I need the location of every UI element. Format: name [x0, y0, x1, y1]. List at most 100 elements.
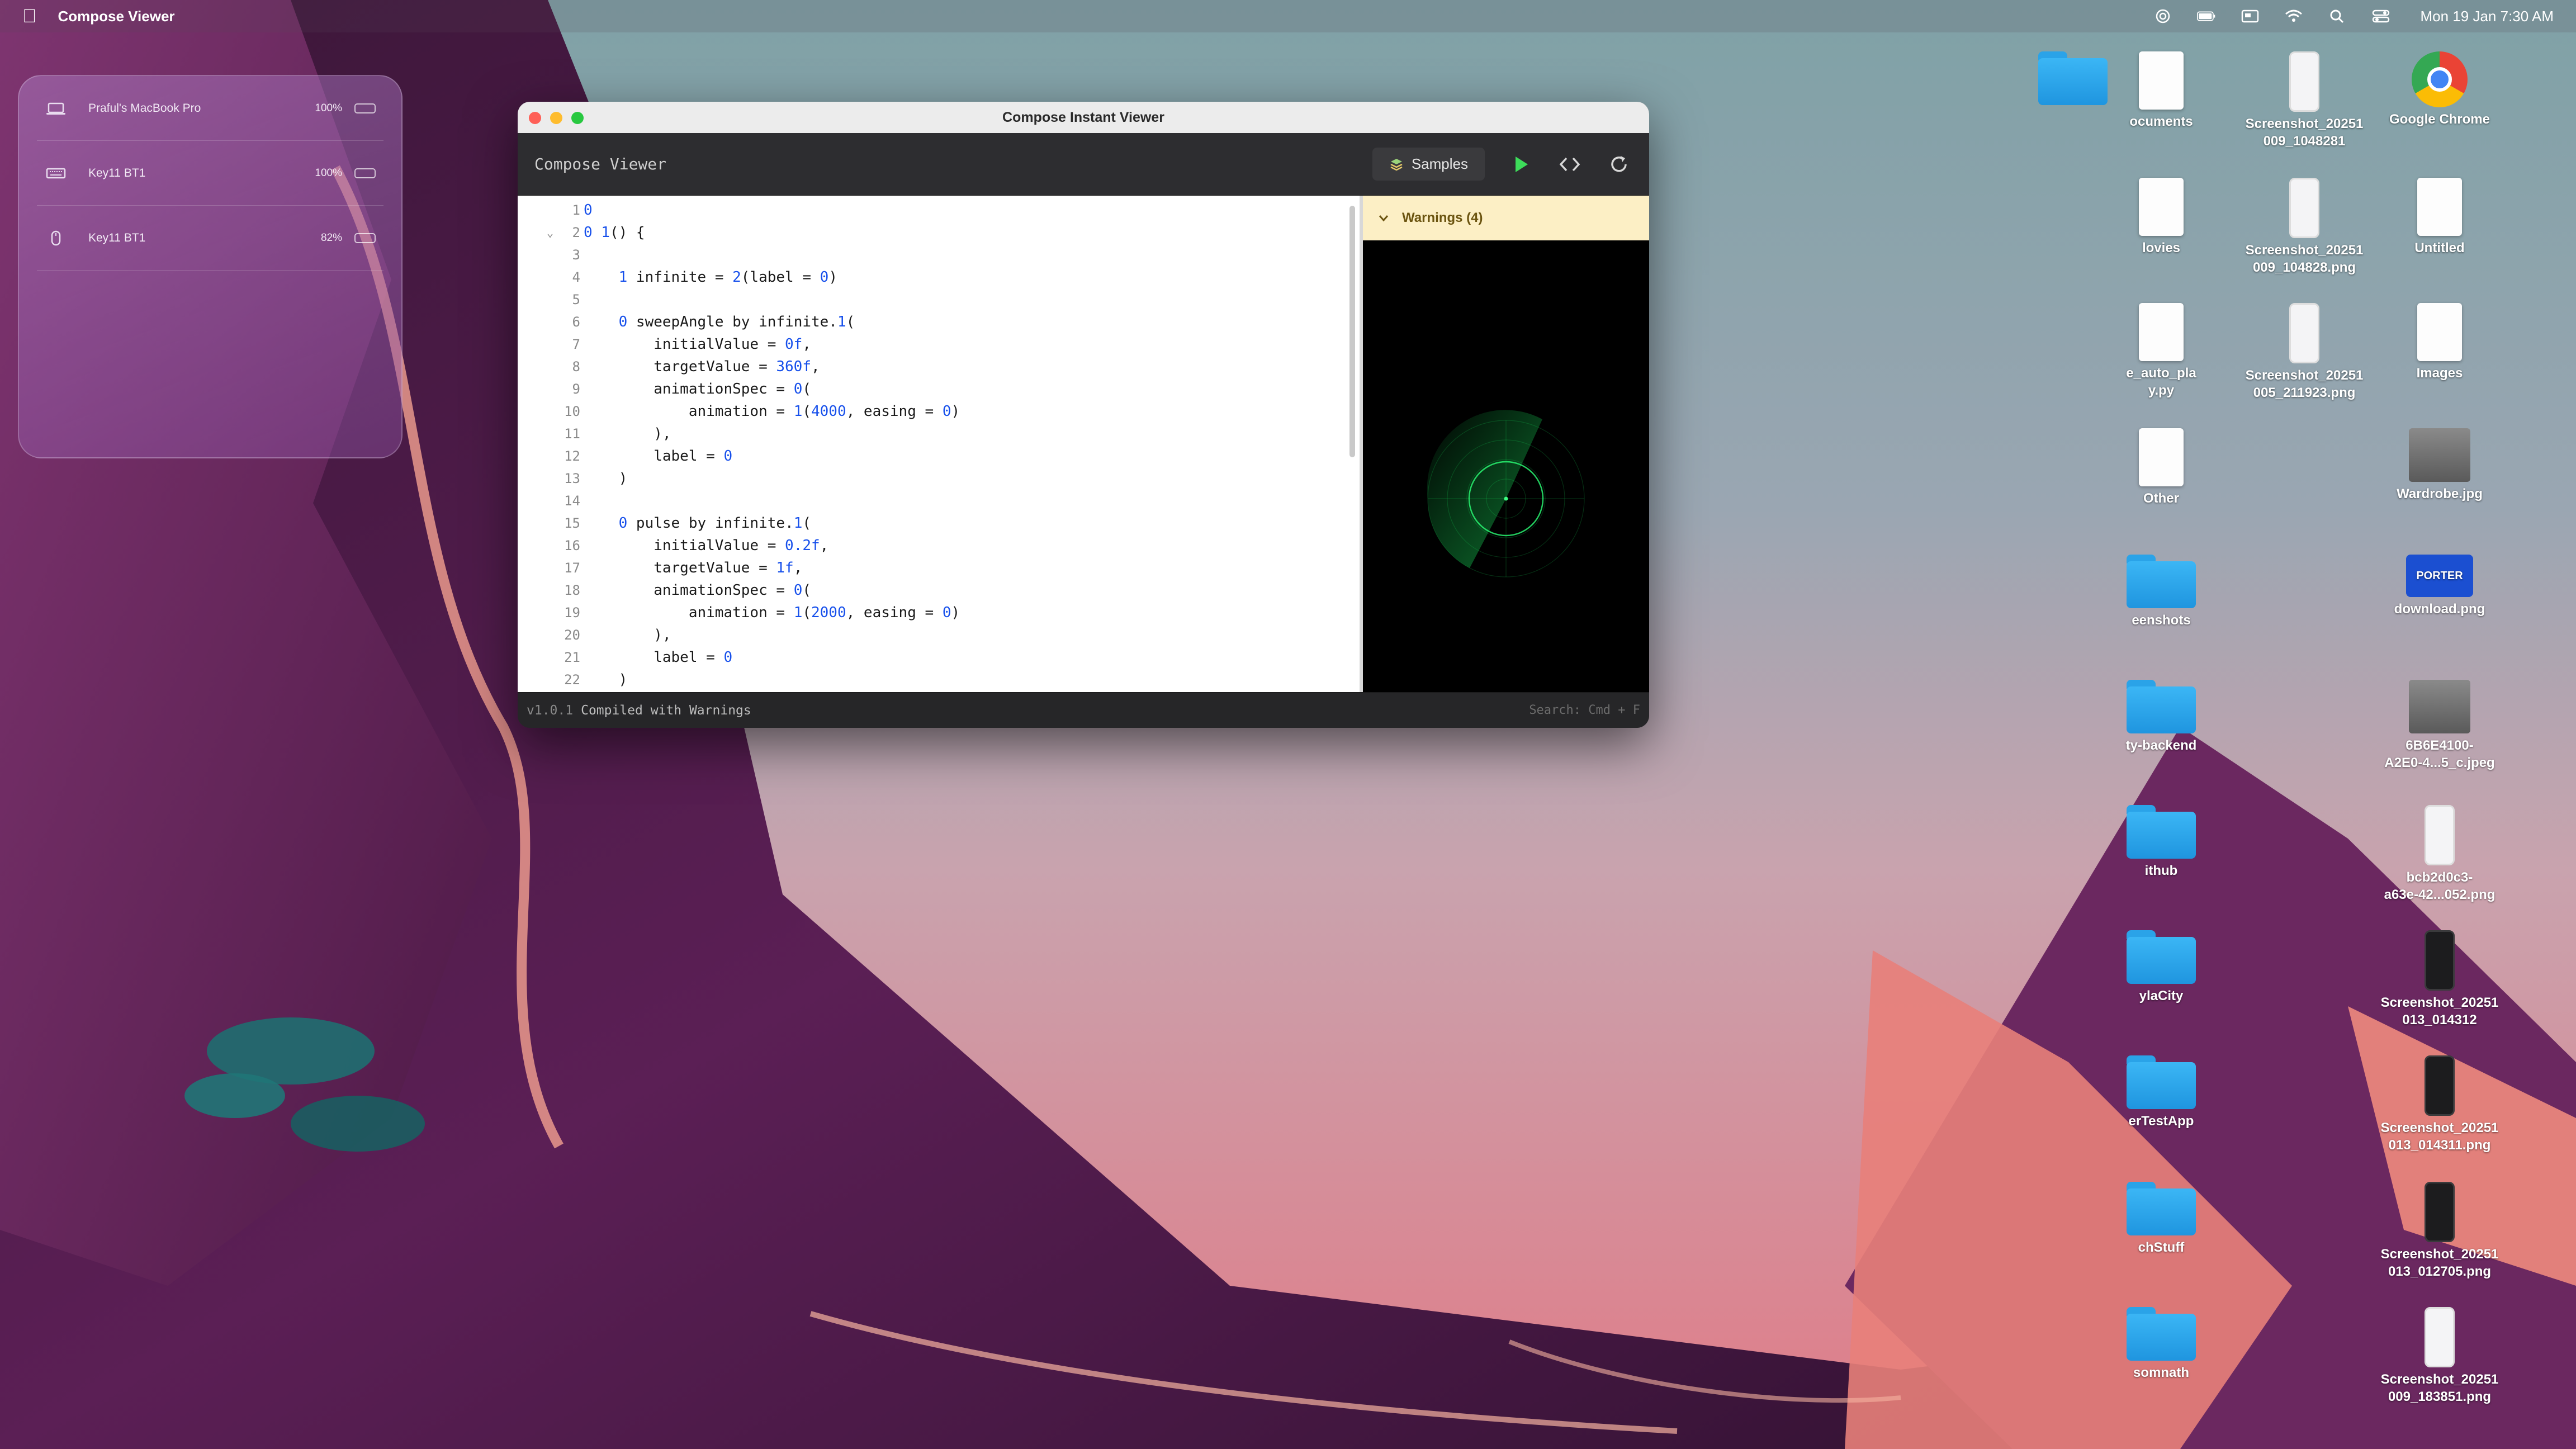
menu-clock[interactable]: Mon 19 Jan 7:30 AM: [2421, 8, 2554, 25]
desktop-item[interactable]: Untitled: [2375, 178, 2504, 257]
warnings-label: Warnings (4): [1402, 210, 1483, 225]
code-line[interactable]: 10: [518, 199, 1339, 221]
desktop-item[interactable]: ithub: [2097, 805, 2225, 879]
chrome-icon: [2412, 51, 2468, 107]
code-line[interactable]: 16 initialValue = 0.2f,: [518, 534, 1339, 557]
display-icon[interactable]: [2241, 9, 2260, 23]
code-line[interactable]: 5: [518, 288, 1339, 311]
code-line[interactable]: 21 label = 0: [518, 646, 1339, 669]
code-line[interactable]: 20 ),: [518, 624, 1339, 646]
fold-chevron-icon[interactable]: ⌄: [547, 221, 553, 244]
code-line[interactable]: 4 1 infinite = 2(label = 0): [518, 266, 1339, 288]
search-icon[interactable]: [2328, 9, 2347, 23]
close-window-button[interactable]: [529, 112, 541, 124]
line-number: 7: [572, 337, 580, 352]
wifi-icon[interactable]: [2284, 9, 2303, 23]
code-line[interactable]: 14: [518, 490, 1339, 512]
desktop-item[interactable]: Google Chrome: [2375, 51, 2504, 128]
folder-icon: [2127, 680, 2196, 733]
apple-icon[interactable]: : [22, 6, 37, 27]
code-line[interactable]: 17 targetValue = 1f,: [518, 557, 1339, 579]
desktop-item[interactable]: Screenshot_20251 009_104828.png: [2240, 178, 2369, 276]
code-text: animationSpec = 0(: [584, 582, 811, 599]
desktop-item[interactable]: chStuff: [2097, 1182, 2225, 1256]
desktop-item-label: lovies: [2142, 240, 2181, 255]
warnings-bar[interactable]: Warnings (4): [1363, 196, 1649, 240]
desktop-item[interactable]: Screenshot_20251 005_211923.png: [2240, 303, 2369, 401]
code-line[interactable]: 22 ): [518, 669, 1339, 691]
siri-icon[interactable]: [2153, 9, 2172, 23]
zoom-window-button[interactable]: [571, 112, 584, 124]
desktop-item[interactable]: ylaCity: [2097, 930, 2225, 1005]
desktop-item[interactable]: Images: [2375, 303, 2504, 382]
run-button[interactable]: [1507, 151, 1534, 178]
screenshot-thumbnail-icon: [2425, 1307, 2455, 1367]
editor-scrollbar[interactable]: [1349, 206, 1355, 457]
code-line[interactable]: 3: [518, 244, 1339, 266]
toggle-code-button[interactable]: [1556, 151, 1583, 178]
line-number: 6: [572, 314, 580, 330]
desktop-item[interactable]: PORTER download.png: [2375, 555, 2504, 618]
image-thumbnail-icon: [2409, 428, 2470, 482]
line-number: 1: [572, 202, 580, 218]
window-titlebar[interactable]: Compose Instant Viewer: [518, 102, 1649, 133]
desktop-item[interactable]: e_auto_pla y.py: [2097, 303, 2225, 399]
toolbar-actions: Samples: [1372, 148, 1632, 181]
code-editor[interactable]: 1 0 2 ⌄ 0 1() { 3 4 1 infinite = 2(label = 0) 5…: [518, 196, 1363, 692]
refresh-button[interactable]: [1606, 151, 1632, 178]
desktop-item[interactable]: Screenshot_20251 009_1048281: [2240, 51, 2369, 150]
battery-icon[interactable]: [2196, 9, 2216, 23]
code-line[interactable]: 18 animationSpec = 0(: [518, 579, 1339, 602]
menu-app-name[interactable]: Compose Viewer: [58, 8, 175, 25]
desktop-item[interactable]: ty-backend: [2097, 680, 2225, 754]
desktop-item[interactable]: 6B6E4100- A2E0-4...5_c.jpeg: [2375, 680, 2504, 771]
folder-icon: [2127, 1055, 2196, 1109]
compile-status: Compiled with Warnings: [581, 703, 751, 718]
code-text: initialValue = 0f,: [584, 336, 811, 353]
traffic-lights: [529, 112, 584, 124]
desktop-item[interactable]: Screenshot_20251 009_183851.png: [2375, 1307, 2504, 1405]
code-line[interactable]: 2 ⌄ 0 1() {: [518, 221, 1339, 244]
line-number: 15: [564, 515, 580, 531]
document-icon: [2417, 178, 2462, 236]
code-line[interactable]: 9 animationSpec = 0(: [518, 378, 1339, 400]
code-line[interactable]: 13 ): [518, 467, 1339, 490]
code-line[interactable]: 11 ),: [518, 423, 1339, 445]
code-line[interactable]: 8 targetValue = 360f,: [518, 356, 1339, 378]
desktop-item[interactable]: bcb2d0c3- a63e-42...052.png: [2375, 805, 2504, 903]
preview-pane: Warnings (4): [1363, 196, 1649, 692]
screenshot-thumbnail-icon: [2289, 178, 2319, 238]
control-center-icon[interactable]: [2371, 9, 2390, 23]
folder-icon: [2127, 555, 2196, 608]
radar-sweep: [1427, 410, 1542, 568]
desktop-item[interactable]: Screenshot_20251 013_014311.png: [2375, 1055, 2504, 1154]
document-icon: [2139, 178, 2184, 236]
desktop-item-label: ylaCity: [2139, 988, 2184, 1003]
samples-button[interactable]: Samples: [1372, 148, 1485, 181]
code-line[interactable]: 7 initialValue = 0f,: [518, 333, 1339, 356]
desktop-item[interactable]: somnath: [2097, 1307, 2225, 1381]
line-number: 16: [564, 538, 580, 553]
line-number: 13: [564, 471, 580, 486]
desktop-item[interactable]: lovies: [2097, 178, 2225, 257]
code-text: label = 0: [584, 448, 733, 465]
line-number: 3: [572, 247, 580, 263]
desktop-item[interactable]: Wardrobe.jpg: [2375, 428, 2504, 503]
line-number: 9: [572, 381, 580, 397]
code-line[interactable]: 19 animation = 1(2000, easing = 0): [518, 602, 1339, 624]
desktop-item[interactable]: Screenshot_20251 013_014312: [2375, 930, 2504, 1029]
desktop-folder-partial[interactable]: [2023, 51, 2123, 108]
desktop-item-label: bcb2d0c3- a63e-42...052.png: [2384, 870, 2496, 902]
code-line[interactable]: 6 0 sweepAngle by infinite.1(: [518, 311, 1339, 333]
minimize-window-button[interactable]: [550, 112, 562, 124]
desktop-item[interactable]: Other: [2097, 428, 2225, 507]
line-number: 5: [572, 292, 580, 307]
desktop-item[interactable]: erTestApp: [2097, 1055, 2225, 1130]
code-line[interactable]: 10 animation = 1(4000, easing = 0): [518, 400, 1339, 423]
folder-icon: [2127, 1182, 2196, 1235]
desktop-item[interactable]: Screenshot_20251 013_012705.png: [2375, 1182, 2504, 1280]
code-line[interactable]: 15 0 pulse by infinite.1(: [518, 512, 1339, 534]
laptop-icon: [46, 102, 65, 115]
code-line[interactable]: 12 label = 0: [518, 445, 1339, 467]
desktop-item[interactable]: eenshots: [2097, 555, 2225, 629]
